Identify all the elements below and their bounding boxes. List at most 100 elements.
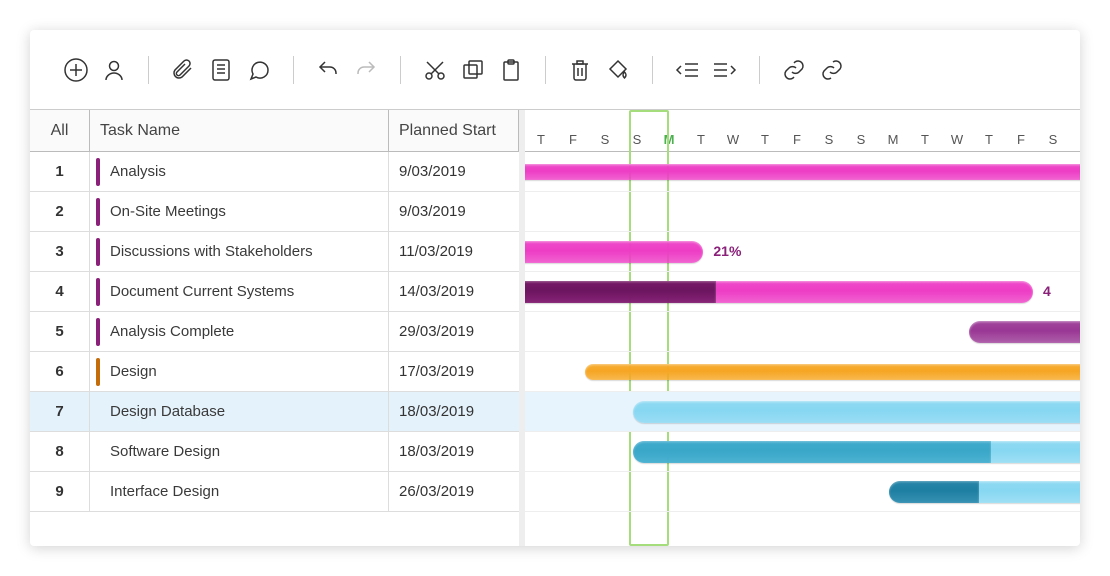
task-color-indicator xyxy=(96,358,100,386)
timeline-day: S xyxy=(813,132,845,147)
task-color-indicator xyxy=(96,198,100,226)
gantt-bar[interactable] xyxy=(889,481,1080,503)
gantt-bar-progress xyxy=(525,281,716,303)
gantt-row[interactable] xyxy=(525,152,1080,192)
task-name: On-Site Meetings xyxy=(110,203,378,220)
table-row[interactable]: 7 Design Database 18/03/2019 xyxy=(30,392,519,432)
link-button[interactable] xyxy=(780,56,808,84)
toolbar-separator xyxy=(293,56,294,84)
table-row[interactable]: 5Analysis Complete29/03/2019 xyxy=(30,312,519,352)
task-color-indicator xyxy=(96,398,100,426)
toolbar-separator xyxy=(759,56,760,84)
add-task-button[interactable] xyxy=(62,56,90,84)
row-task-name-cell[interactable]: Document Current Systems xyxy=(90,272,389,311)
timeline-day: S xyxy=(1037,132,1069,147)
row-planned-start: 29/03/2019 xyxy=(389,312,519,351)
toolbar-separator xyxy=(148,56,149,84)
gantt-row[interactable] xyxy=(525,352,1080,392)
gantt-row[interactable] xyxy=(525,472,1080,512)
gantt-row[interactable]: 4 xyxy=(525,272,1080,312)
notes-button[interactable] xyxy=(207,56,235,84)
column-header-planned-start[interactable]: Planned Start xyxy=(389,110,519,151)
row-task-name-cell[interactable]: Analysis xyxy=(90,152,389,191)
gantt-row[interactable] xyxy=(525,312,1080,352)
task-color-indicator xyxy=(96,238,100,266)
table-row[interactable]: 1 Analysis 9/03/2019 xyxy=(30,152,519,192)
table-row[interactable]: 9Interface Design26/03/2019 xyxy=(30,472,519,512)
timeline-day: S xyxy=(1069,132,1080,147)
row-planned-start: 9/03/2019 xyxy=(389,152,519,191)
cut-button[interactable] xyxy=(421,56,449,84)
column-header-all[interactable]: All xyxy=(30,110,90,151)
table-row[interactable]: 2 On-Site Meetings 9/03/2019 xyxy=(30,192,519,232)
task-name: Analysis Complete xyxy=(110,323,378,340)
column-header-task-name[interactable]: Task Name xyxy=(90,110,389,151)
row-task-name-cell[interactable]: On-Site Meetings xyxy=(90,192,389,231)
task-color-indicator xyxy=(96,278,100,306)
gantt-chart[interactable]: TFSSMTWTFSSMTWTFSS 21%4 xyxy=(525,110,1080,546)
timeline-day: T xyxy=(685,132,717,147)
comment-button[interactable] xyxy=(245,56,273,84)
gantt-bar[interactable]: 21% xyxy=(525,241,703,263)
row-planned-start: 18/03/2019 xyxy=(389,432,519,471)
assign-user-button[interactable] xyxy=(100,56,128,84)
copy-button[interactable] xyxy=(459,56,487,84)
gantt-bar[interactable] xyxy=(633,441,1080,463)
indent-button[interactable] xyxy=(711,56,739,84)
outdent-button[interactable] xyxy=(673,56,701,84)
task-name: Analysis xyxy=(110,163,378,180)
row-planned-start: 14/03/2019 xyxy=(389,272,519,311)
row-index: 7 xyxy=(30,392,90,431)
row-task-name-cell[interactable]: Interface Design xyxy=(90,472,389,511)
fill-color-button[interactable] xyxy=(604,56,632,84)
timeline-day: F xyxy=(557,132,589,147)
timeline-day: T xyxy=(973,132,1005,147)
row-planned-start: 26/03/2019 xyxy=(389,472,519,511)
timeline-day: M xyxy=(877,132,909,147)
gantt-bar[interactable] xyxy=(585,364,1080,380)
row-index: 8 xyxy=(30,432,90,471)
table-row[interactable]: 4Document Current Systems14/03/2019 xyxy=(30,272,519,312)
paste-button[interactable] xyxy=(497,56,525,84)
table-row[interactable]: 6Design17/03/2019 xyxy=(30,352,519,392)
timeline-day: S xyxy=(621,132,653,147)
gantt-bar[interactable] xyxy=(525,164,1080,180)
task-name: Design xyxy=(110,363,378,380)
row-planned-start: 18/03/2019 xyxy=(389,392,519,431)
timeline-day: S xyxy=(845,132,877,147)
unlink-button[interactable] xyxy=(818,56,846,84)
gantt-bar-progress xyxy=(889,481,979,503)
row-task-name-cell[interactable]: Design xyxy=(90,352,389,391)
row-task-name-cell[interactable]: Discussions with Stakeholders xyxy=(90,232,389,271)
redo-button[interactable] xyxy=(352,56,380,84)
timeline-day: F xyxy=(781,132,813,147)
task-name: Interface Design xyxy=(110,483,378,500)
row-index: 1 xyxy=(30,152,90,191)
table-row[interactable]: 3Discussions with Stakeholders11/03/2019 xyxy=(30,232,519,272)
attachment-button[interactable] xyxy=(169,56,197,84)
task-name: Design Database xyxy=(110,403,378,420)
task-color-indicator xyxy=(96,478,100,506)
gantt-bar[interactable] xyxy=(633,401,1080,423)
gantt-bar[interactable] xyxy=(969,321,1080,343)
task-name: Software Design xyxy=(110,443,378,460)
row-task-name-cell[interactable]: Analysis Complete xyxy=(90,312,389,351)
task-color-indicator xyxy=(96,438,100,466)
task-table: All Task Name Planned Start 1 Analysis 9/0… xyxy=(30,110,525,546)
gantt-timeline-header: TFSSMTWTFSSMTWTFSS xyxy=(525,110,1080,152)
row-task-name-cell[interactable]: Design Database xyxy=(90,392,389,431)
row-task-name-cell[interactable]: Software Design xyxy=(90,432,389,471)
gantt-row[interactable]: 21% xyxy=(525,232,1080,272)
timeline-day: S xyxy=(589,132,621,147)
gantt-bar[interactable]: 4 xyxy=(525,281,1033,303)
row-planned-start: 9/03/2019 xyxy=(389,192,519,231)
gantt-row[interactable] xyxy=(525,432,1080,472)
toolbar-separator xyxy=(545,56,546,84)
delete-button[interactable] xyxy=(566,56,594,84)
table-row[interactable]: 8 Software Design 18/03/2019 xyxy=(30,432,519,472)
undo-button[interactable] xyxy=(314,56,342,84)
row-index: 2 xyxy=(30,192,90,231)
gantt-row[interactable] xyxy=(525,192,1080,232)
gantt-row[interactable] xyxy=(525,392,1080,432)
toolbar-separator xyxy=(652,56,653,84)
